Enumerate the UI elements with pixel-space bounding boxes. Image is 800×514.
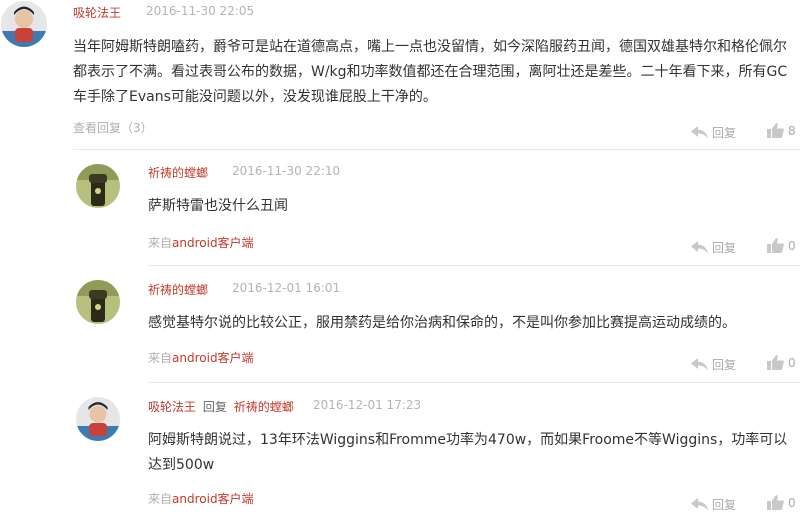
divider (148, 265, 800, 266)
reply-arrow-icon (691, 241, 708, 254)
reply-label: 回复 (712, 498, 737, 512)
reply-arrow-icon (691, 358, 708, 371)
reply-label: 回复 (712, 241, 737, 255)
reply-source: 来自android客户端 (148, 349, 254, 366)
source-prefix: 来自 (148, 351, 173, 365)
comment-timestamp: 2016-11-30 22:05 (146, 4, 255, 18)
reply-to-username[interactable]: 祈祷的螳螂 (234, 400, 294, 414)
source-app-link[interactable]: android客户端 (172, 236, 254, 250)
avatar[interactable] (76, 164, 120, 208)
thumbs-up-icon (767, 123, 784, 138)
thumbs-up-icon (767, 355, 784, 370)
reply-source: 来自android客户端 (148, 490, 254, 507)
reply-arrow-icon (691, 498, 708, 511)
reply-button[interactable]: 回复 (691, 496, 736, 513)
like-count: 8 (788, 123, 796, 138)
like-button[interactable]: 0 (767, 355, 796, 370)
reply-text: 感觉基特尔说的比较公正，服用禁药是给你治病和保命的，不是叫你参加比赛提高运动成绩… (148, 315, 736, 331)
thumbs-up-icon (767, 238, 784, 253)
view-replies-link[interactable]: 查看回复（3） (73, 119, 153, 136)
like-button[interactable]: 0 (767, 238, 796, 253)
like-button[interactable]: 0 (767, 495, 796, 510)
reply-timestamp: 2016-12-01 17:23 (313, 398, 422, 412)
reply-timestamp: 2016-12-01 16:01 (232, 281, 341, 295)
avatar[interactable] (76, 280, 120, 324)
reply-button[interactable]: 回复 (691, 239, 736, 256)
avatar[interactable] (76, 397, 120, 441)
reply-header: 吸轮法王 回复 祈祷的螳螂 (148, 398, 294, 415)
like-count: 0 (788, 238, 796, 253)
thumbs-up-icon (767, 495, 784, 510)
like-button[interactable]: 8 (767, 123, 796, 138)
divider (73, 149, 800, 150)
reply-text: 阿姆斯特朗说过，13年环法Wiggins和Fromme功率为470w，而如果Fr… (148, 432, 788, 473)
reply-label: 回复 (712, 358, 737, 372)
source-prefix: 来自 (148, 492, 173, 506)
reply-text: 萨斯特雷也没什么丑闻 (148, 198, 288, 214)
reply-timestamp: 2016-11-30 22:10 (232, 164, 341, 178)
reply-button[interactable]: 回复 (691, 124, 736, 141)
source-app-link[interactable]: android客户端 (172, 492, 254, 506)
reply-username[interactable]: 祈祷的螳螂 (148, 281, 208, 298)
like-count: 0 (788, 355, 796, 370)
like-count: 0 (788, 495, 796, 510)
reply-username[interactable]: 祈祷的螳螂 (148, 164, 208, 181)
comment-username[interactable]: 吸轮法王 (73, 4, 121, 21)
avatar[interactable] (1, 1, 47, 47)
reply-button[interactable]: 回复 (691, 356, 736, 373)
reply-word: 回复 (202, 400, 227, 414)
source-app-link[interactable]: android客户端 (172, 351, 254, 365)
divider (148, 382, 800, 383)
reply-source: 来自android客户端 (148, 234, 254, 251)
reply-arrow-icon (691, 126, 708, 139)
reply-username[interactable]: 吸轮法王 (148, 400, 196, 414)
comment-text: 当年阿姆斯特朗嗑药，爵爷可是站在道德高点，嘴上一点也没留情，如今深陷服药丑闻，德… (73, 39, 788, 105)
source-prefix: 来自 (148, 236, 173, 250)
reply-label: 回复 (712, 126, 737, 140)
